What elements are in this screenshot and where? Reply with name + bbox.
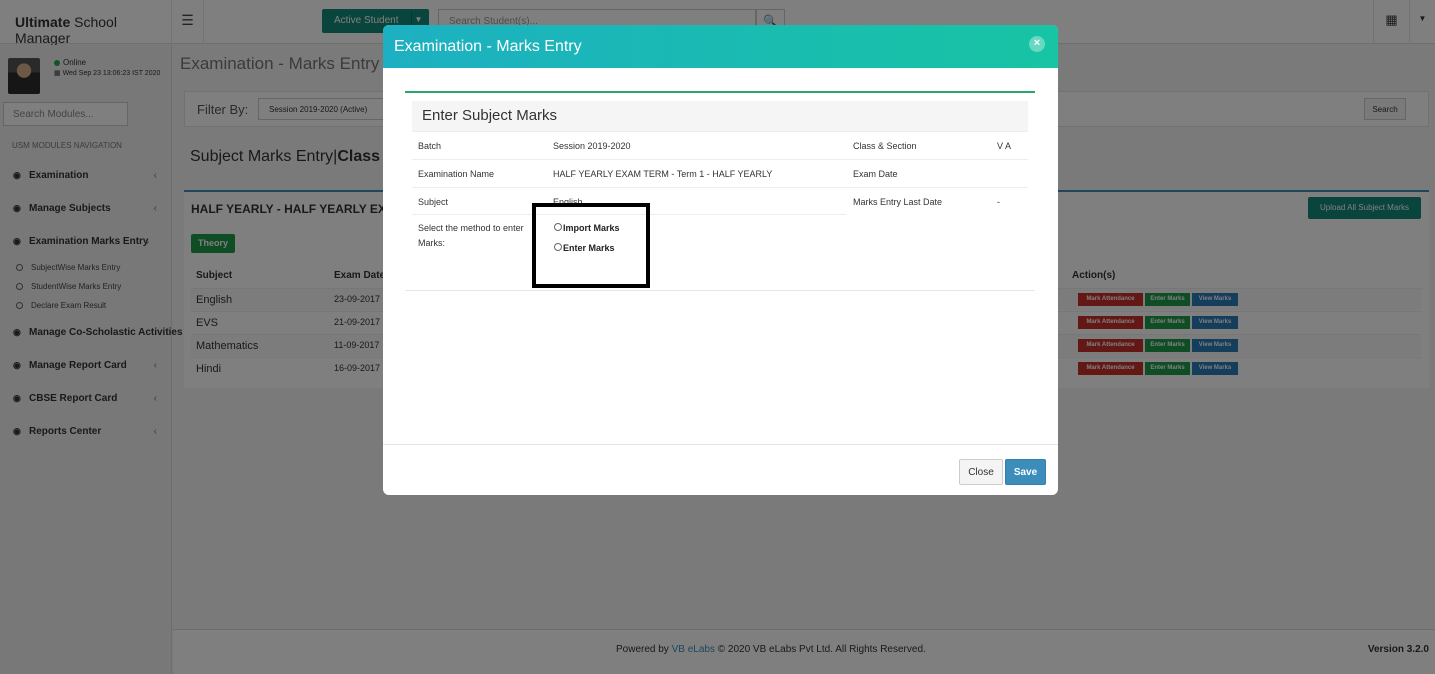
last-date-value: - bbox=[997, 197, 1000, 207]
exam-name-value: HALF YEARLY EXAM TERM - Term 1 - HALF YE… bbox=[553, 169, 773, 179]
exam-name-label: Examination Name bbox=[418, 169, 495, 179]
detail-row-batch: Batch Session 2019-2020 Class & Section … bbox=[412, 131, 1028, 159]
modal-footer: Close Save bbox=[383, 444, 1058, 495]
modal-title: Examination - Marks Entry bbox=[394, 38, 582, 55]
detail-row-exam: Examination Name HALF YEARLY EXAM TERM -… bbox=[412, 159, 1028, 187]
marks-entry-modal: Examination - Marks Entry × Enter Subjec… bbox=[383, 25, 1058, 495]
modal-header: Examination - Marks Entry × bbox=[383, 25, 1058, 68]
annotation-highlight-box bbox=[532, 203, 650, 288]
subject-marks-card: Enter Subject Marks Batch Session 2019-2… bbox=[405, 91, 1035, 291]
save-button[interactable]: Save bbox=[1005, 459, 1046, 485]
close-icon[interactable]: × bbox=[1029, 36, 1045, 52]
last-date-label: Marks Entry Last Date bbox=[853, 197, 943, 207]
subject-label: Subject bbox=[418, 197, 449, 207]
class-section-label: Class & Section bbox=[853, 141, 917, 151]
detail-row-last-date: Marks Entry Last Date - bbox=[846, 187, 1028, 215]
class-section-value: V A bbox=[997, 141, 1012, 151]
exam-date-label: Exam Date bbox=[853, 169, 898, 179]
batch-value: Session 2019-2020 bbox=[553, 141, 631, 151]
card-header: Enter Subject Marks bbox=[412, 101, 1028, 131]
card-title: Enter Subject Marks bbox=[422, 107, 558, 124]
batch-label: Batch bbox=[418, 141, 442, 151]
method-label: Select the method to enter Marks: bbox=[418, 223, 524, 248]
close-button[interactable]: Close bbox=[959, 459, 1003, 485]
